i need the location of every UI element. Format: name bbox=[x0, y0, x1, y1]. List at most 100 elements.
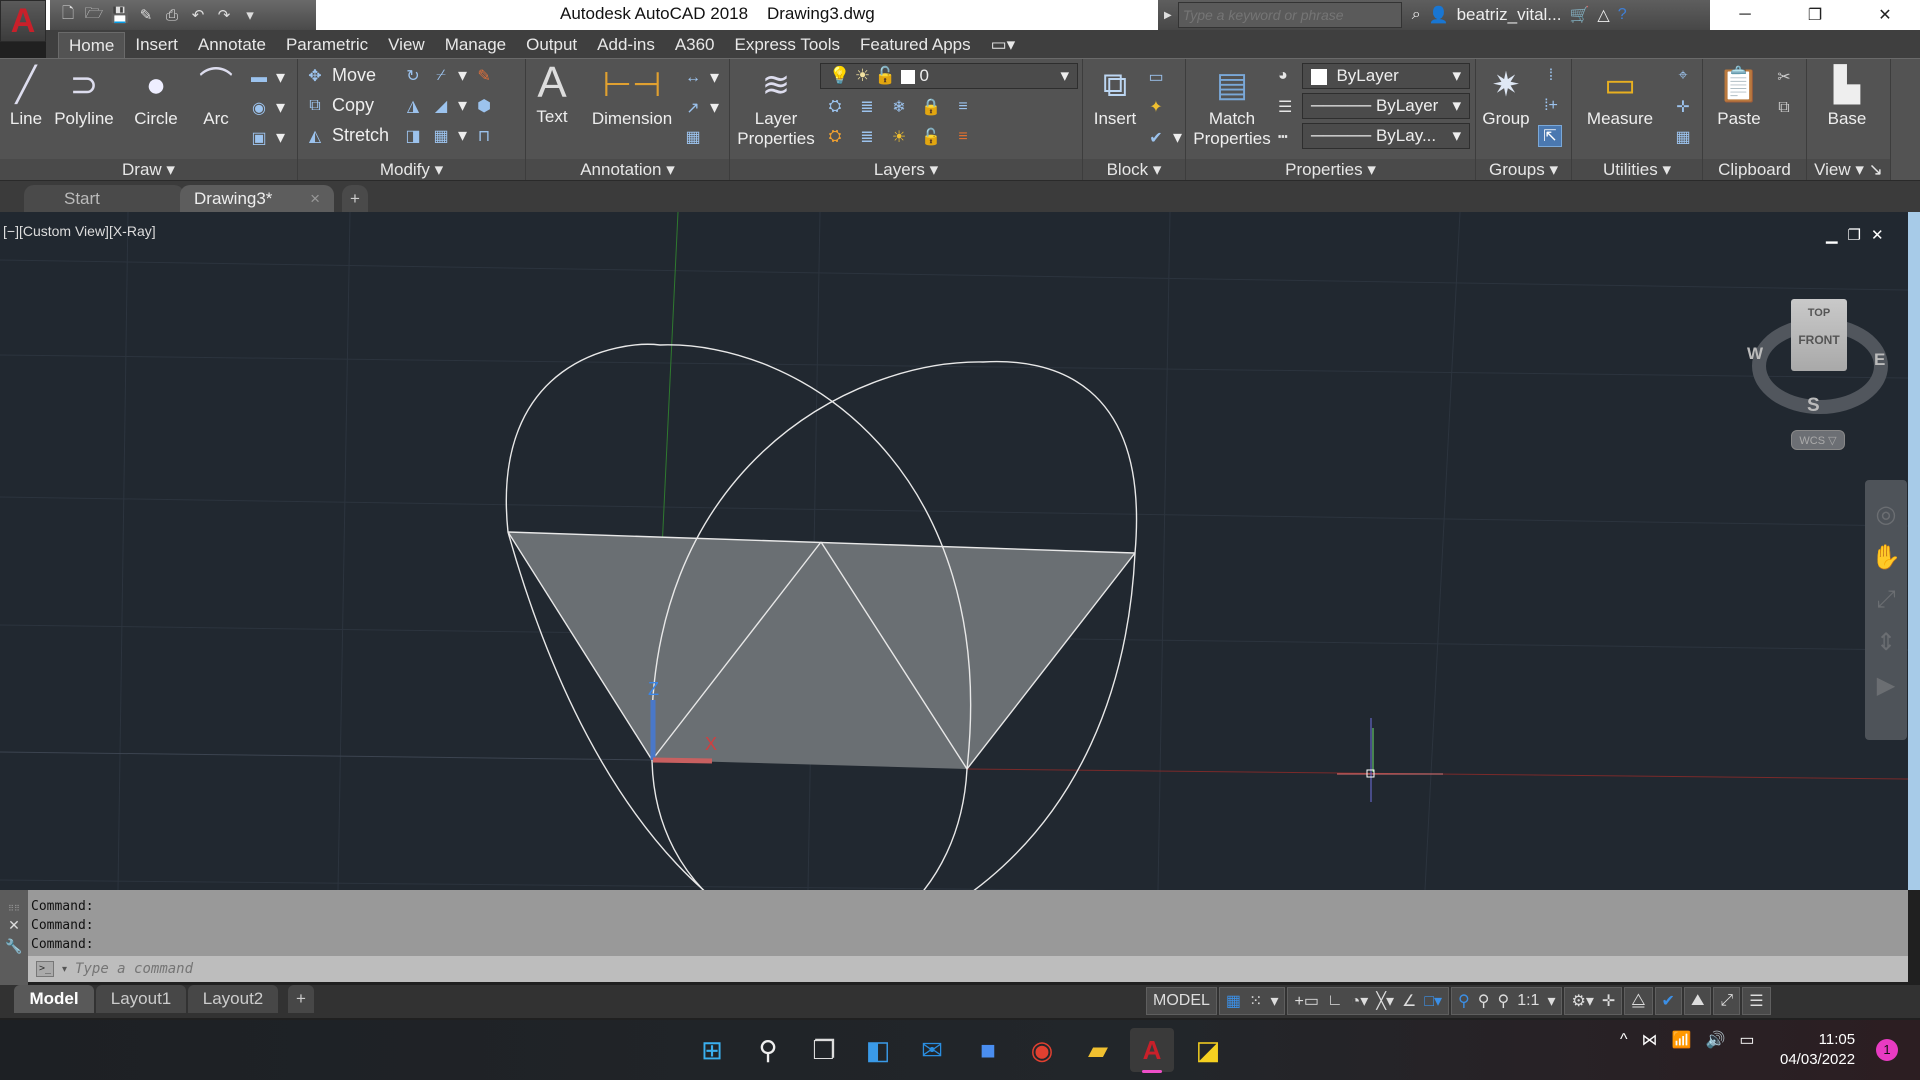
ortho-icon[interactable]: ∟ bbox=[1327, 992, 1343, 1010]
quick-properties-button[interactable]: ✔ bbox=[1654, 987, 1682, 1015]
mail-icon[interactable]: ✉ bbox=[910, 1028, 954, 1072]
edit-block-icon[interactable]: ✦ bbox=[1145, 97, 1167, 117]
grid-display-icon[interactable]: ▦ bbox=[1226, 991, 1241, 1011]
expand-search-icon[interactable]: ▶ bbox=[1164, 10, 1172, 21]
user-account[interactable]: ⌕ 👤 beatriz_vital... 🛒 △ ? bbox=[1412, 5, 1627, 25]
customization-button[interactable]: ☰ bbox=[1742, 987, 1771, 1015]
base-button[interactable]: ▙ Base bbox=[1817, 61, 1877, 129]
leader-button[interactable]: ↗ ▾ bbox=[682, 97, 719, 118]
tab-add-ins[interactable]: Add-ins bbox=[587, 32, 665, 58]
print-icon[interactable]: ⎙ bbox=[162, 7, 182, 24]
autocad-icon[interactable]: A bbox=[1130, 1028, 1174, 1072]
panel-properties-label[interactable]: Properties ▾ bbox=[1186, 159, 1475, 181]
isodraft-icon[interactable]: ╳▾ bbox=[1376, 991, 1394, 1011]
minimize-button[interactable]: ─ bbox=[1710, 0, 1780, 30]
layer-properties-button[interactable]: ≋ Layer Properties bbox=[736, 61, 816, 149]
layer-current-icon[interactable]: ≡ bbox=[952, 98, 974, 116]
user-name[interactable]: beatriz_vital... bbox=[1457, 5, 1562, 25]
panel-modify-label[interactable]: Modify ▾ bbox=[298, 159, 525, 181]
battery-icon[interactable]: ▭ bbox=[1739, 1030, 1754, 1050]
open-icon[interactable]: 🗁 bbox=[84, 3, 104, 28]
annotation-monitor-icon[interactable]: ✛ bbox=[1602, 991, 1615, 1011]
drag-grip-icon[interactable]: ⠿⠿ bbox=[8, 904, 20, 913]
linetype-dropdown[interactable]: ───── ByLay... ▾ bbox=[1302, 123, 1470, 149]
zoom-extents-icon[interactable]: ⤢ bbox=[1876, 586, 1895, 614]
cut-icon[interactable]: ✂ bbox=[1773, 67, 1795, 87]
layer-thaw-all-icon[interactable]: ☀ bbox=[888, 127, 910, 147]
create-block-icon[interactable]: ▭ bbox=[1145, 67, 1167, 87]
application-menu-button[interactable]: A bbox=[0, 0, 46, 42]
tab-insert[interactable]: Insert bbox=[125, 32, 188, 58]
steering-wheel-icon[interactable]: ◎ bbox=[1876, 500, 1897, 529]
copy-button[interactable]: ⧉ Copy bbox=[304, 95, 374, 116]
viewport-scrollbar[interactable] bbox=[1908, 212, 1920, 890]
lineweight-dropdown[interactable]: ───── ByLayer ▾ bbox=[1302, 93, 1470, 119]
workspace-gear-icon[interactable]: ⚙▾ bbox=[1571, 991, 1593, 1011]
wcs-menu[interactable]: WCS ▽ bbox=[1791, 430, 1845, 450]
task-view-icon[interactable]: ❐ bbox=[802, 1028, 846, 1072]
command-input[interactable] bbox=[75, 961, 676, 977]
panel-utilities-label[interactable]: Utilities ▾ bbox=[1572, 159, 1702, 181]
erase-icon[interactable]: ✎ bbox=[473, 66, 495, 86]
id-point-icon[interactable]: ✛ bbox=[1672, 97, 1694, 117]
layer-off-icon[interactable]: ⛭ bbox=[824, 98, 846, 116]
trim-icon[interactable]: ⌿ bbox=[430, 67, 452, 85]
object-snap-tracking-icon[interactable]: ∠ bbox=[1402, 991, 1416, 1011]
viewcube[interactable]: TOP FRONT bbox=[1791, 299, 1847, 371]
notification-badge[interactable]: 1 bbox=[1876, 1039, 1898, 1061]
circle-button[interactable]: ● Circle bbox=[128, 61, 184, 129]
close-tab-icon[interactable]: × bbox=[310, 189, 320, 209]
explode-icon[interactable]: ⬢ bbox=[473, 96, 495, 116]
stretch-button[interactable]: ◭ Stretch bbox=[304, 125, 389, 146]
new-icon[interactable]: 🗋 bbox=[58, 3, 78, 28]
command-prompt-icon[interactable]: >_ bbox=[36, 961, 54, 977]
viewport-restore-icon[interactable]: ❐ bbox=[1848, 226, 1861, 244]
polar-tracking-icon[interactable]: ◔▾ bbox=[1351, 991, 1369, 1011]
viewcube-front[interactable]: FRONT bbox=[1791, 319, 1847, 347]
tab-manage[interactable]: Manage bbox=[435, 32, 516, 58]
recent-commands-icon[interactable]: ▾ bbox=[62, 964, 67, 975]
tab-parametric[interactable]: Parametric bbox=[276, 32, 378, 58]
layer-freeze-icon[interactable]: ❄ bbox=[888, 97, 910, 117]
paste-button[interactable]: 📋 Paste bbox=[1711, 61, 1767, 129]
block-attributes-icon[interactable]: ✔ ▾ bbox=[1145, 127, 1182, 148]
measure-button[interactable]: ▭ Measure bbox=[1580, 61, 1660, 129]
app-tray-icon[interactable]: ⋈ bbox=[1642, 1030, 1658, 1050]
layer-dropdown[interactable]: 💡 ☀ 🔓 0 ▾ bbox=[820, 63, 1078, 89]
tab-a360[interactable]: A360 bbox=[665, 32, 725, 58]
customize-wrench-icon[interactable]: 🔧 bbox=[5, 938, 22, 955]
annotation-scale-icon[interactable]: ⚲ bbox=[1497, 991, 1509, 1011]
rotate-icon[interactable]: ↻ bbox=[402, 66, 424, 86]
command-line-handle[interactable]: ⠿⠿ ✕ 🔧 bbox=[0, 890, 28, 985]
ribbon-minimize-icon[interactable]: ▭▾ bbox=[981, 32, 1026, 58]
color-dropdown[interactable]: ByLayer ▾ bbox=[1302, 63, 1470, 89]
layer-lock-icon[interactable]: 🔒 bbox=[920, 97, 942, 117]
zoom-icon[interactable]: ■ bbox=[966, 1028, 1010, 1072]
drawing-viewport[interactable]: Z X bbox=[0, 212, 1908, 890]
viewport-close-icon[interactable]: ✕ bbox=[1871, 226, 1884, 244]
panel-groups-label[interactable]: Groups ▾ bbox=[1476, 159, 1571, 181]
layer-isolate-icon[interactable]: ⛭ bbox=[824, 128, 846, 146]
volume-icon[interactable]: 🔊 bbox=[1705, 1030, 1725, 1050]
tab-model[interactable]: Model bbox=[14, 985, 94, 1013]
showmotion-icon[interactable]: ▶ bbox=[1877, 671, 1895, 700]
a360-icon[interactable]: △ bbox=[1597, 5, 1609, 25]
dimension-button[interactable]: ⊢⊣ Dimension bbox=[588, 61, 676, 129]
undo-icon[interactable]: ↶ bbox=[188, 6, 208, 24]
tab-layout2[interactable]: Layout2 bbox=[188, 985, 278, 1013]
dynamic-input-icon[interactable]: +▭ bbox=[1294, 991, 1318, 1011]
hatch-button[interactable]: ◉ ▾ bbox=[248, 97, 285, 118]
fillet-icon[interactable]: ◢ bbox=[430, 96, 452, 116]
tab-express-tools[interactable]: Express Tools bbox=[725, 32, 851, 58]
orbit-icon[interactable]: ⇕ bbox=[1876, 628, 1896, 657]
viewport-minimize-icon[interactable]: ▁ bbox=[1826, 226, 1838, 244]
customize-icon[interactable]: ▾ bbox=[240, 6, 260, 24]
panel-annotation-label[interactable]: Annotation ▾ bbox=[526, 159, 729, 181]
pan-icon[interactable]: ✋ bbox=[1871, 543, 1901, 572]
compass-east[interactable]: E bbox=[1874, 350, 1885, 370]
match-properties-button[interactable]: ▤ Match Properties bbox=[1190, 61, 1274, 149]
tab-output[interactable]: Output bbox=[516, 32, 587, 58]
group-selection-toggle[interactable]: ⇱ bbox=[1538, 125, 1562, 147]
help-search-input[interactable] bbox=[1177, 2, 1402, 28]
snap-menu-icon[interactable]: ▾ bbox=[1270, 991, 1278, 1011]
